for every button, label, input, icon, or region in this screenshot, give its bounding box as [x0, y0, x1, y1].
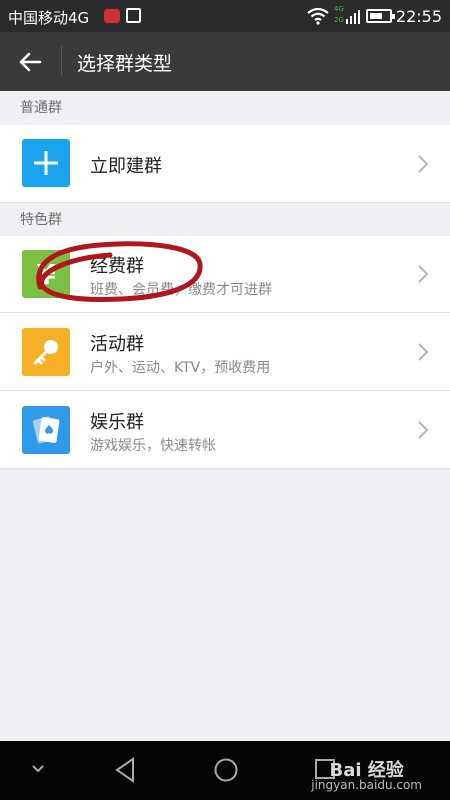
list-item-entertainment-group[interactable]: 娱乐群 游戏娱乐，快速转帐 [0, 391, 450, 469]
clock: 22:55 [395, 7, 442, 26]
list-item-activity-group[interactable]: 活动群 户外、运动、KTV，预收费用 [0, 313, 450, 391]
list-item-title: 立即建群 [90, 156, 162, 177]
watermark-brand: Bai 经验 [329, 760, 404, 781]
list-item-create-group[interactable]: 立即建群 [0, 125, 450, 203]
watermark-url: jingyan.baidu.com [311, 778, 422, 792]
list-item-subtitle: 户外、运动、KTV，预收费用 [90, 360, 271, 376]
network-type-label: 4G 2G [334, 5, 344, 24]
home-circle-icon[interactable] [213, 757, 239, 783]
chevron-right-icon [418, 343, 429, 361]
section-header-special: 特色群 [0, 203, 450, 237]
list-item-title: 活动群 [90, 334, 144, 355]
chevron-right-icon [418, 265, 429, 283]
battery-icon [366, 9, 395, 23]
list-item-subtitle: 游戏娱乐，快速转帐 [90, 438, 216, 454]
yen-icon: ¥ [22, 250, 70, 298]
section-header-normal: 普通群 [0, 91, 450, 125]
app-bar: 选择群类型 [0, 32, 450, 91]
status-bar: 中国移动4G 4G 2G 22:55 [0, 0, 450, 32]
carrier-label: 中国移动4G [8, 9, 90, 27]
page-title: 选择群类型 [77, 53, 173, 75]
list-item-title: 经费群 [90, 256, 144, 277]
list-item-fund-group[interactable]: ¥ 经费群 班费、会员费，缴费才可进群 [0, 236, 450, 313]
plus-icon [22, 139, 70, 187]
signal-strength-icon [346, 8, 360, 24]
notification-badge-icon [104, 9, 120, 23]
list-item-subtitle: 班费、会员费，缴费才可进群 [90, 282, 272, 298]
wifi-icon [307, 7, 329, 25]
image-notification-icon [126, 8, 141, 23]
list-item-title: 娱乐群 [90, 412, 144, 433]
key-icon [22, 328, 70, 376]
app-bar-divider [61, 46, 62, 76]
arrow-left-icon[interactable] [14, 46, 46, 78]
back-triangle-icon[interactable] [113, 757, 137, 783]
playing-card-icon [22, 406, 70, 454]
chevron-right-icon [418, 155, 429, 173]
collapse-icon[interactable] [30, 763, 46, 775]
chevron-right-icon [418, 421, 429, 439]
system-nav-bar: Bai 经验 jingyan.baidu.com [0, 741, 450, 800]
watermark: Bai 经验 jingyan.baidu.com [311, 760, 422, 793]
